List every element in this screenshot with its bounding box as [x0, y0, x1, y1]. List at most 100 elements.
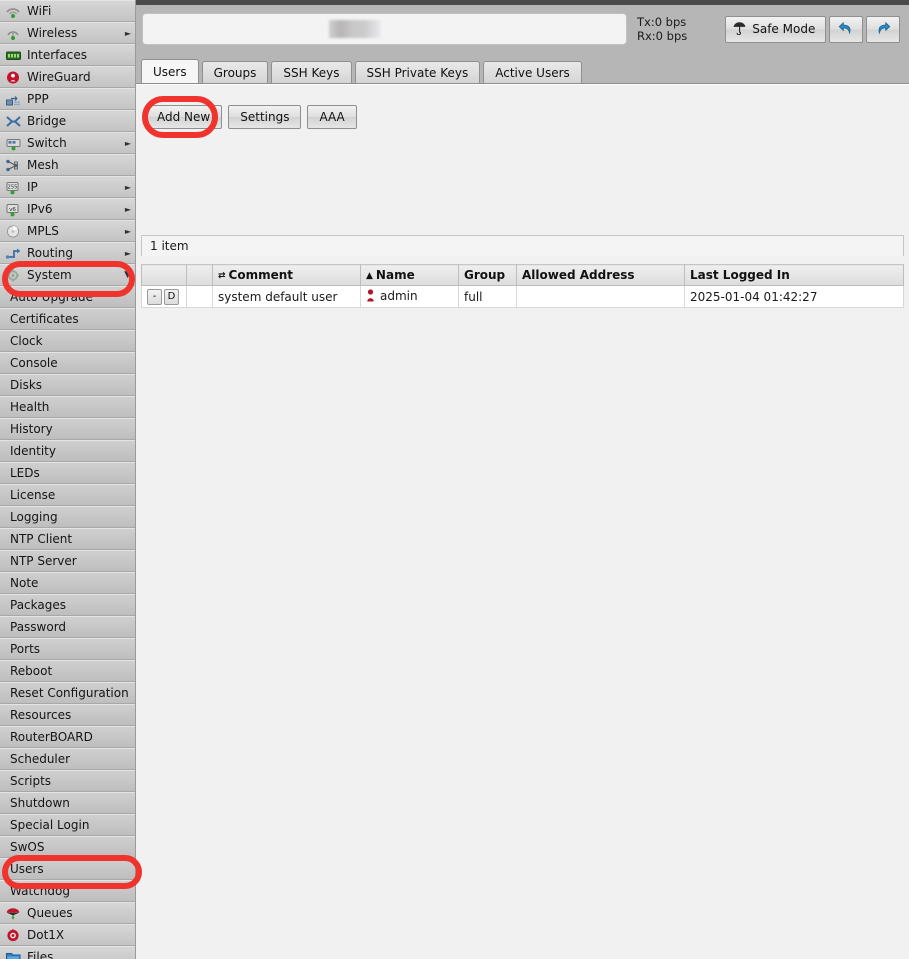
sidebar-item-ports[interactable]: Ports: [0, 638, 135, 660]
sidebar-item-label: Switch: [27, 136, 67, 150]
sidebar-item-logging[interactable]: Logging: [0, 506, 135, 528]
tab-groups[interactable]: Groups: [201, 61, 269, 84]
chevron-down-icon: ▼: [124, 270, 131, 280]
item-count-label: 1 item: [150, 239, 189, 253]
sidebar-item-resources[interactable]: Resources: [0, 704, 135, 726]
sidebar-item-label: Dot1X: [27, 928, 65, 942]
sidebar-item-label: IPv6: [27, 202, 53, 216]
table-row[interactable]: - Dsystem default user admin full 2025-01-04…: [141, 285, 904, 308]
sidebar-item-label: PPP: [27, 92, 49, 106]
address-input[interactable]: [142, 13, 627, 45]
sidebar-item-mesh[interactable]: Mesh: [0, 154, 135, 176]
sidebar-item-console[interactable]: Console: [0, 352, 135, 374]
svg-text:v6: v6: [9, 206, 16, 212]
sidebar-item-password[interactable]: Password: [0, 616, 135, 638]
sidebar-item-routerboard[interactable]: RouterBOARD: [0, 726, 135, 748]
sidebar-item-label: RouterBOARD: [10, 730, 93, 744]
mesh-icon: [5, 158, 22, 173]
undo-button[interactable]: [829, 15, 864, 43]
sidebar-item-label: Watchdog: [10, 884, 70, 898]
safe-mode-button[interactable]: Safe Mode: [725, 15, 827, 43]
sidebar-item-watchdog[interactable]: Watchdog: [0, 880, 135, 902]
sidebar-item-label: Scheduler: [10, 752, 71, 766]
wireless-icon: [5, 26, 22, 41]
sidebar-item-bridge[interactable]: Bridge: [0, 110, 135, 132]
chevron-right-icon: ►: [124, 226, 131, 236]
rx-rate-label: Rx:0 bps: [637, 29, 688, 43]
sidebar-item-health[interactable]: Health: [0, 396, 135, 418]
tab-ssh-keys[interactable]: SSH Keys: [271, 61, 352, 84]
row-name-cell: admin: [360, 285, 459, 308]
sidebar-item-wireguard[interactable]: WireGuard: [0, 66, 135, 88]
header-group[interactable]: Group: [458, 264, 517, 286]
header-allowed-address[interactable]: Allowed Address: [516, 264, 685, 286]
sidebar-item-label: History: [10, 422, 53, 436]
sidebar-item-reset-configuration[interactable]: Reset Configuration: [0, 682, 135, 704]
table-header-row: ⇄ Comment ▲ Name Group Allowed Address Las…: [141, 264, 904, 286]
sidebar-item-label: License: [10, 488, 56, 502]
sidebar-item-clock[interactable]: Clock: [0, 330, 135, 352]
sidebar-item-swos[interactable]: SwOS: [0, 836, 135, 858]
sidebar-item-label: Wireless: [27, 26, 78, 40]
sidebar-item-packages[interactable]: Packages: [0, 594, 135, 616]
header-comment[interactable]: ⇄ Comment: [212, 264, 361, 286]
files-icon: [5, 950, 22, 959]
comment-column-icon: ⇄: [218, 271, 226, 281]
settings-button[interactable]: Settings: [228, 105, 302, 129]
queues-icon: [5, 906, 22, 921]
remove-row-button[interactable]: -: [147, 289, 162, 305]
svg-text:255: 255: [8, 184, 18, 190]
sidebar-item-system[interactable]: System ▼: [0, 264, 135, 286]
sidebar-item-disks[interactable]: Disks: [0, 374, 135, 396]
sidebar-item-shutdown[interactable]: Shutdown: [0, 792, 135, 814]
sidebar-item-reboot[interactable]: Reboot: [0, 660, 135, 682]
sidebar-item-note[interactable]: Note: [0, 572, 135, 594]
sidebar-item-history[interactable]: History: [0, 418, 135, 440]
switch-icon: [5, 136, 22, 151]
sidebar-item-switch[interactable]: Switch ►: [0, 132, 135, 154]
sidebar-item-leds[interactable]: LEDs: [0, 462, 135, 484]
tab-active-users[interactable]: Active Users: [483, 61, 582, 84]
sidebar-item-label: Health: [10, 400, 50, 414]
sidebar-item-identity[interactable]: Identity: [0, 440, 135, 462]
sidebar-item-label: Queues: [27, 906, 73, 920]
sidebar-item-special-login[interactable]: Special Login: [0, 814, 135, 836]
sidebar-item-scripts[interactable]: Scripts: [0, 770, 135, 792]
sort-ascending-icon: ▲: [366, 271, 373, 281]
sidebar-item-ipv6[interactable]: v6 IPv6 ►: [0, 198, 135, 220]
sidebar-item-interfaces[interactable]: Interfaces: [0, 44, 135, 66]
sidebar-item-ntp-client[interactable]: NTP Client: [0, 528, 135, 550]
sidebar-item-mpls[interactable]: MPLS ►: [0, 220, 135, 242]
sidebar: WiFi Wireless ► Interfaces WireGuard PPP Bridg…: [0, 0, 136, 959]
sidebar-item-wifi[interactable]: WiFi: [0, 0, 135, 22]
aaa-button[interactable]: AAA: [307, 105, 357, 129]
sidebar-item-ntp-server[interactable]: NTP Server: [0, 550, 135, 572]
sidebar-item-wireless[interactable]: Wireless ►: [0, 22, 135, 44]
sidebar-item-license[interactable]: License: [0, 484, 135, 506]
sidebar-item-queues[interactable]: Queues: [0, 902, 135, 924]
header-buttons: Safe Mode: [725, 15, 901, 43]
header-name[interactable]: ▲ Name: [360, 264, 459, 286]
sidebar-item-ppp[interactable]: PPP: [0, 88, 135, 110]
sidebar-item-dot1x[interactable]: Dot1X: [0, 924, 135, 946]
header-last-logged-in[interactable]: Last Logged In: [684, 264, 904, 286]
disable-row-button[interactable]: D: [164, 289, 179, 305]
tab-users[interactable]: Users: [141, 59, 199, 84]
sidebar-item-label: Mesh: [27, 158, 59, 172]
sidebar-item-routing[interactable]: Routing ►: [0, 242, 135, 264]
sidebar-item-auto-upgrade[interactable]: Auto Upgrade: [0, 286, 135, 308]
sidebar-item-ip[interactable]: 255 IP ►: [0, 176, 135, 198]
sidebar-item-label: Note: [10, 576, 39, 590]
sidebar-item-scheduler[interactable]: Scheduler: [0, 748, 135, 770]
sidebar-item-label: Auto Upgrade: [10, 290, 93, 304]
wireguard-icon: [5, 70, 22, 85]
main-area: Tx:0 bps Rx:0 bps Safe Mode Users Groups…: [136, 0, 909, 959]
sidebar-item-label: NTP Server: [10, 554, 77, 568]
sidebar-item-certificates[interactable]: Certificates: [0, 308, 135, 330]
tab-ssh-private-keys[interactable]: SSH Private Keys: [354, 61, 481, 84]
users-table-body: - Dsystem default user admin full 2025-01-04…: [141, 285, 904, 308]
sidebar-item-users[interactable]: Users: [0, 858, 135, 880]
redo-button[interactable]: [866, 15, 901, 43]
add-new-button[interactable]: Add New: [145, 105, 223, 129]
sidebar-item-files[interactable]: Files: [0, 946, 135, 959]
